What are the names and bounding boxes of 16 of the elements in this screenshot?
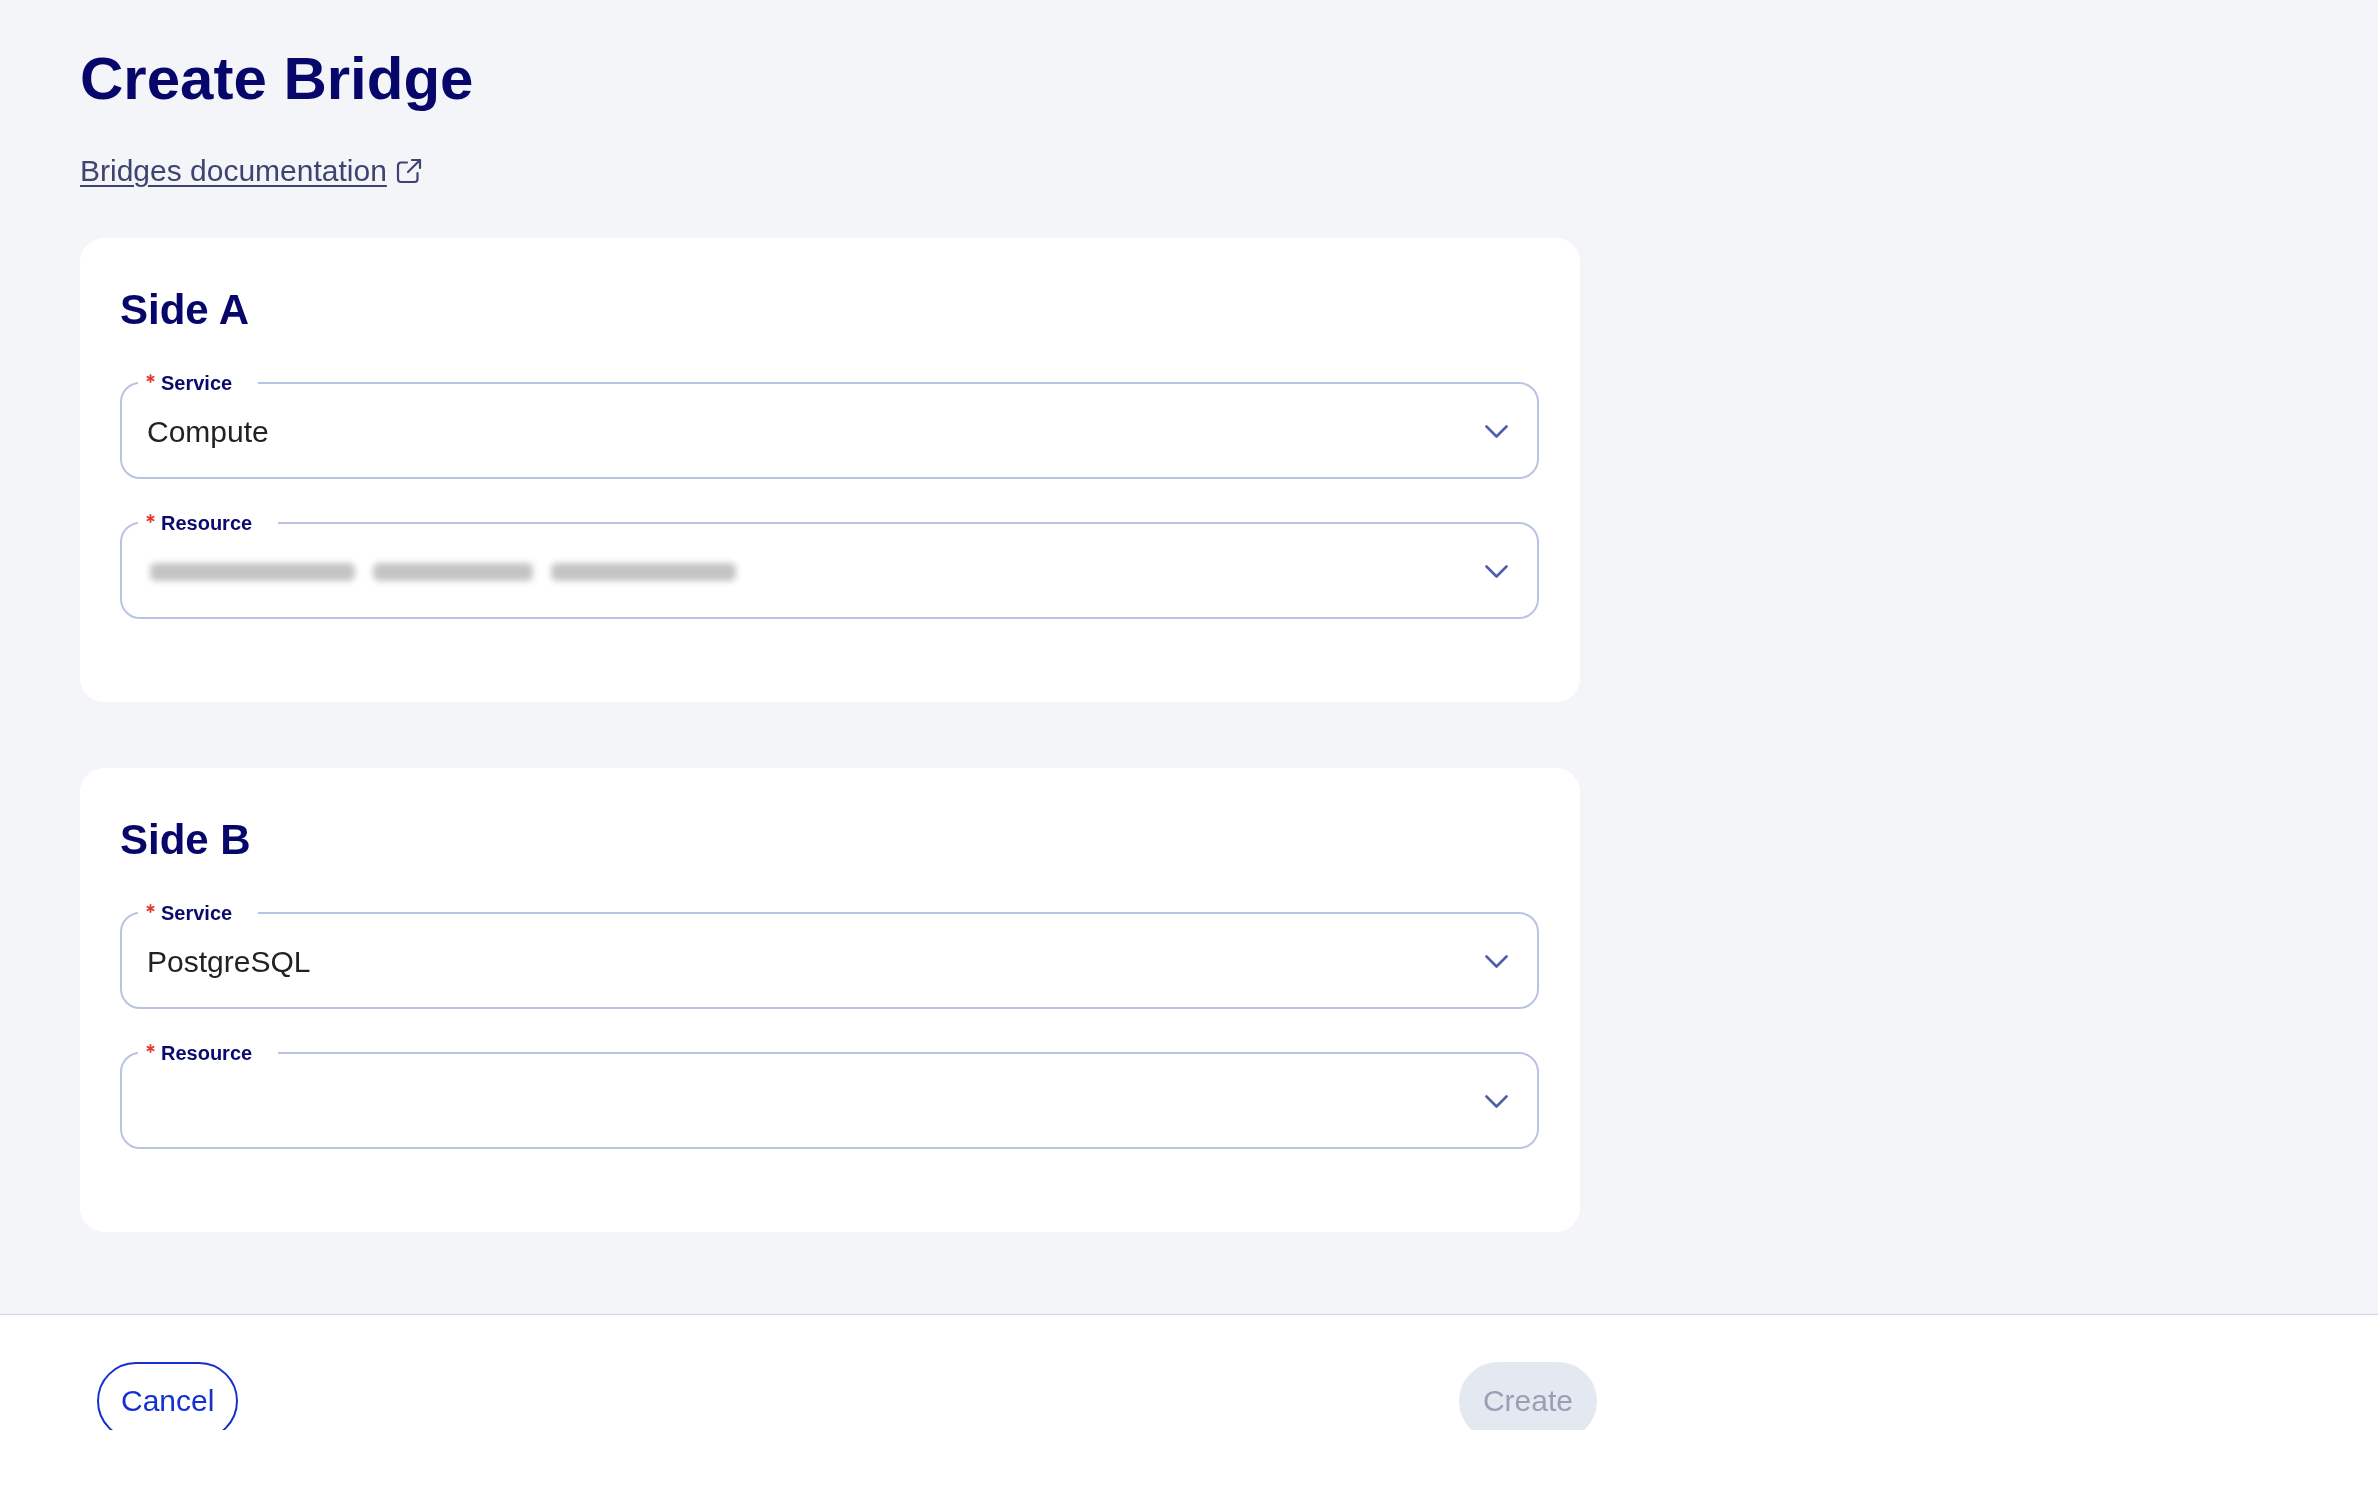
field-label: Service [161, 371, 233, 396]
select-value: Compute [147, 413, 269, 450]
chevron-down-icon [1485, 955, 1508, 968]
field-label: Resource [161, 1041, 253, 1066]
cancel-button[interactable]: Cancel [97, 1362, 239, 1430]
chevron-down-icon [1485, 1095, 1508, 1108]
chevron-down-icon [1485, 565, 1508, 578]
field-label: Service [161, 901, 233, 926]
side-heading: Side B [120, 816, 251, 864]
field-label: Resource [161, 511, 253, 536]
side-heading: Side A [120, 286, 250, 334]
external-link-icon [395, 158, 422, 184]
select-value: PostgreSQL [147, 943, 311, 980]
chevron-down-icon [1485, 425, 1508, 438]
page-title: Create Bridge [80, 45, 474, 113]
documentation-link[interactable]: Bridges documentation [80, 155, 422, 187]
